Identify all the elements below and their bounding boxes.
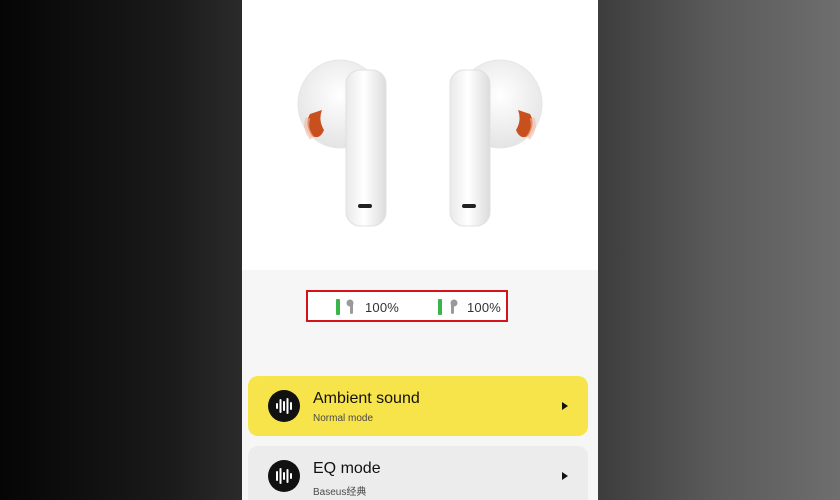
battery-right: 100% — [438, 298, 501, 316]
eq-mode-card[interactable]: EQ mode Baseus经典 — [248, 446, 588, 500]
battery-level-bar — [438, 299, 442, 315]
eq-mode-title: EQ mode — [313, 460, 381, 477]
phone-screen: 100% 100% Ambient sound Normal mode EQ m… — [242, 0, 598, 500]
battery-status-panel: 100% 100% — [306, 290, 508, 322]
battery-left: 100% — [336, 298, 399, 316]
battery-left-percent: 100% — [365, 299, 400, 315]
eq-mode-preset: Baseus经典 — [313, 487, 367, 498]
chevron-right-icon — [562, 472, 568, 480]
ambient-sound-card[interactable]: Ambient sound Normal mode — [248, 376, 588, 436]
chevron-right-icon — [562, 402, 568, 410]
ambient-sound-mode: Normal mode — [313, 413, 374, 424]
sound-wave-icon — [268, 390, 300, 422]
equalizer-icon — [268, 460, 300, 492]
earbuds-image — [297, 59, 543, 227]
battery-right-percent: 100% — [467, 299, 502, 315]
earbud-right-icon — [450, 299, 458, 314]
product-hero — [242, 0, 598, 270]
earbud-left-icon — [346, 299, 354, 314]
ambient-sound-title: Ambient sound — [313, 390, 420, 407]
battery-level-bar — [336, 299, 340, 315]
